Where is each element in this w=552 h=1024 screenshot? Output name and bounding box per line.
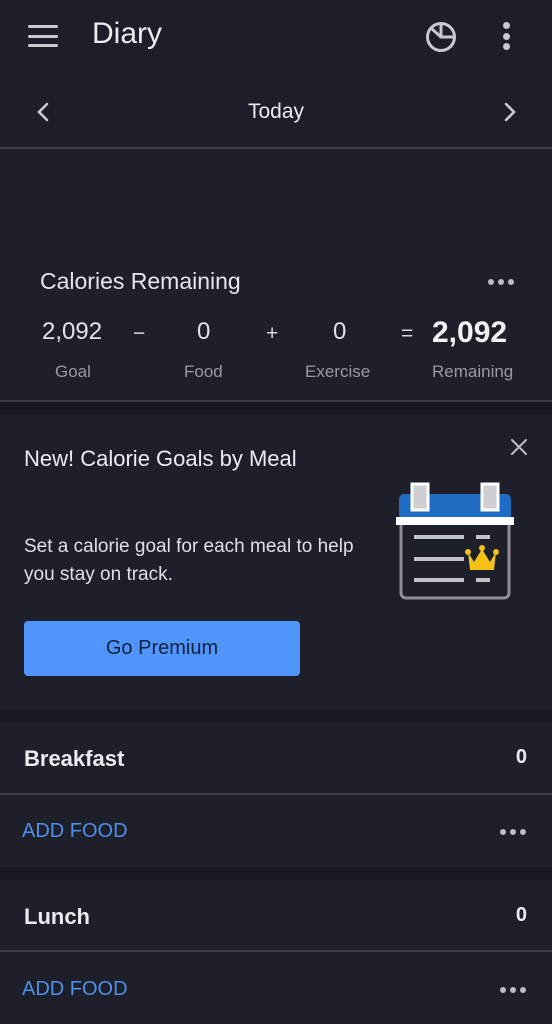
remaining-label: Remaining [432,362,514,381]
goal-value: 2,092 [42,318,103,345]
chevron-right-icon[interactable] [497,100,521,124]
meal-calories-lunch: 0 [515,904,527,926]
add-food-breakfast-button[interactable]: ADD FOOD [22,820,128,843]
go-premium-button[interactable]: Go Premium [24,621,300,676]
equals-sign: = [401,322,414,345]
promo-title: New! Calorie Goals by Meal [24,446,297,471]
app-bar [0,0,552,78]
plus-sign: + [266,322,279,345]
more-vertical-icon[interactable] [496,22,516,52]
divider [0,793,552,795]
date-label[interactable]: Today [0,100,552,124]
section-gap [0,710,552,722]
exercise-value: 0 [333,318,347,345]
remaining-value: 2,092 [432,316,508,349]
pie-chart-icon[interactable] [424,20,458,54]
section-gap [0,402,552,414]
meal-name-lunch: Lunch [24,904,90,929]
promo-body: Set a calorie goal for each meal to help… [24,536,354,585]
meal-calories-breakfast: 0 [515,746,527,768]
close-icon[interactable] [509,437,529,457]
calendar-crown-icon [396,482,514,600]
menu-icon[interactable] [28,25,58,47]
calories-more-icon[interactable] [488,279,514,285]
page-title: Diary [92,17,163,50]
exercise-label: Exercise [305,362,371,381]
lunch-more-icon[interactable] [500,987,526,993]
add-food-lunch-button[interactable]: ADD FOOD [22,978,128,1001]
food-label: Food [184,362,223,381]
meal-name-breakfast: Breakfast [24,746,125,771]
divider [0,950,552,952]
minus-sign: − [133,322,146,345]
goal-label: Goal [55,362,91,381]
breakfast-more-icon[interactable] [500,829,526,835]
food-value: 0 [197,318,211,345]
section-gap [0,867,552,880]
calories-remaining-title: Calories Remaining [40,268,241,294]
